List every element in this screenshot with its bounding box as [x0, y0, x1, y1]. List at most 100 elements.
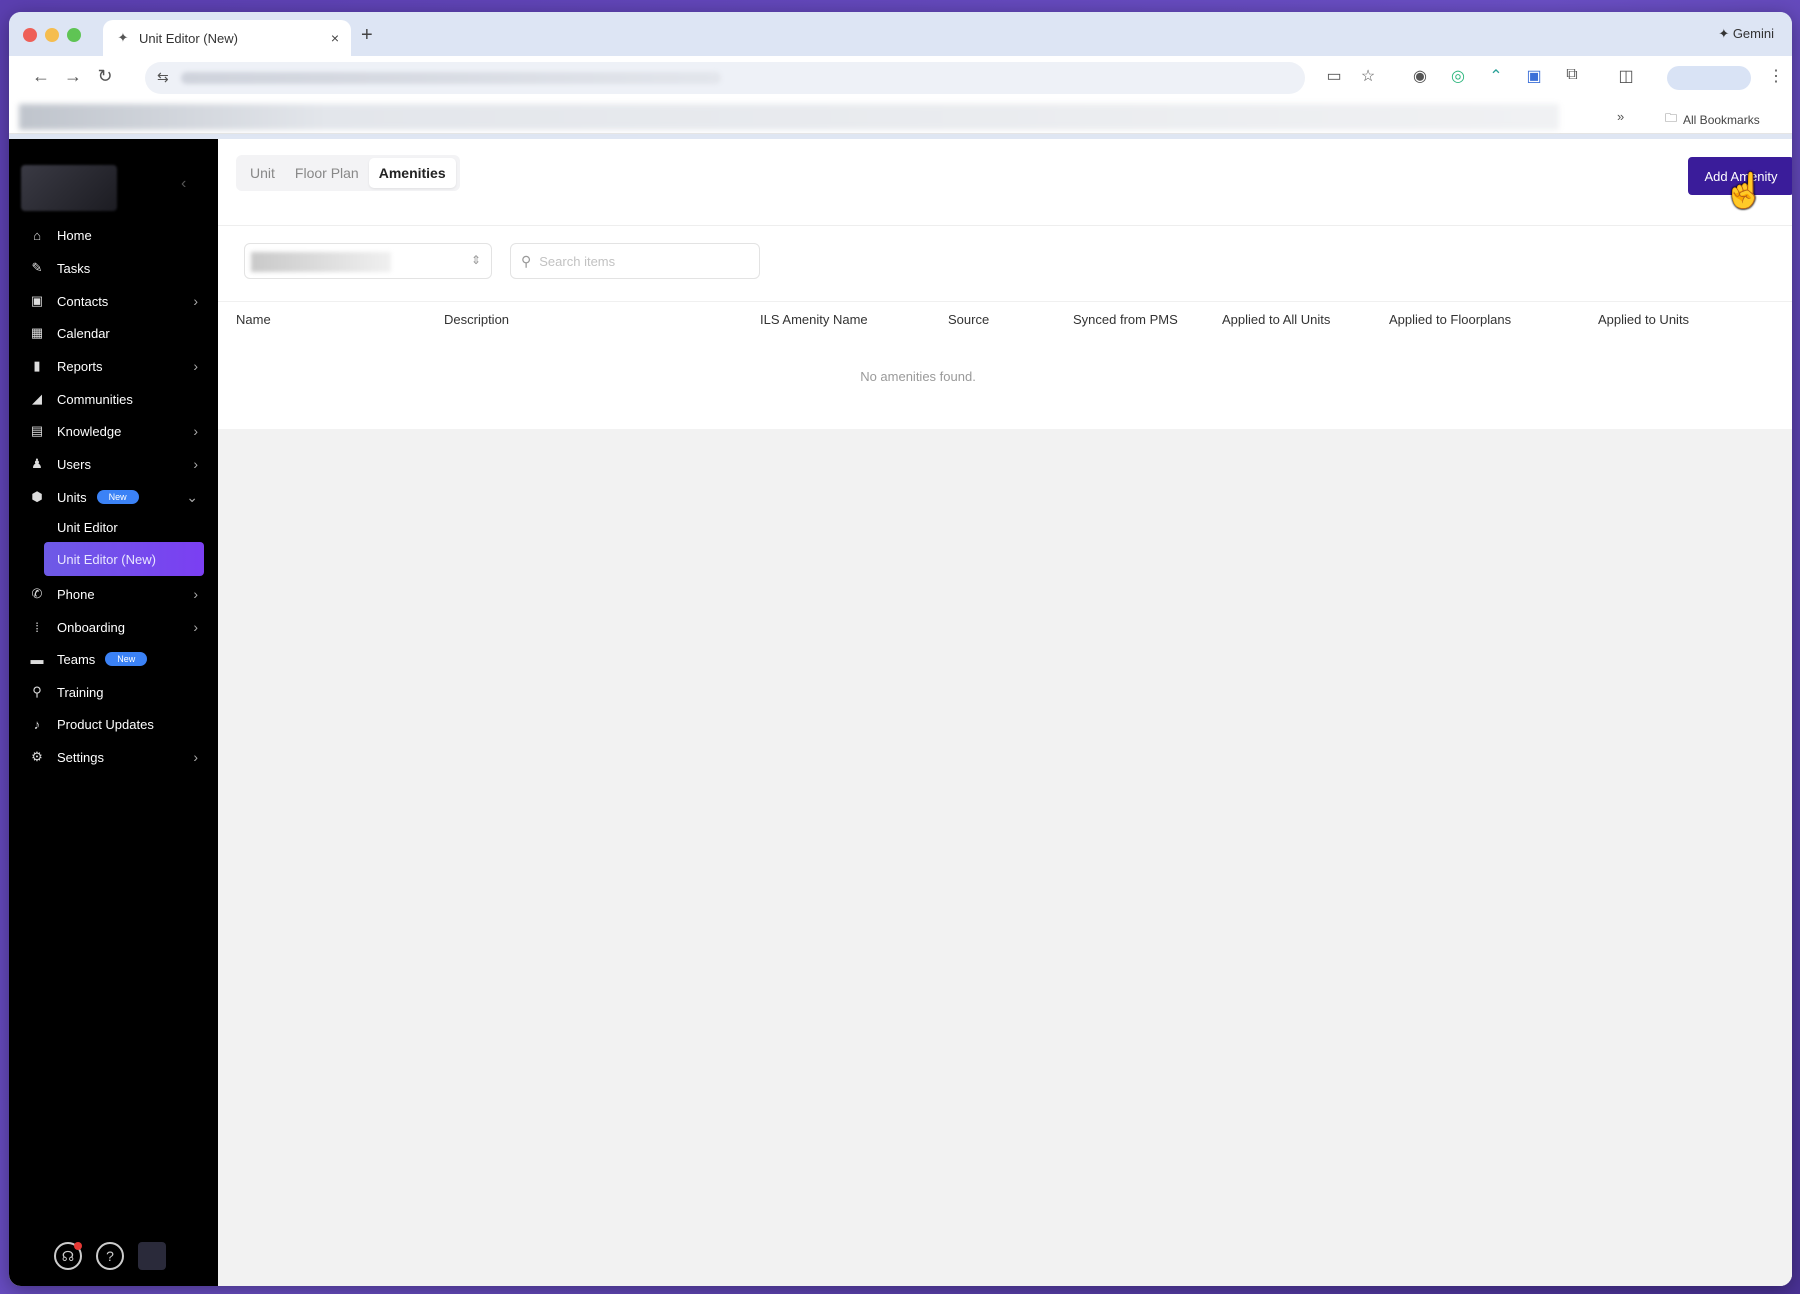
collapse-sidebar-icon[interactable]: ‹	[181, 175, 186, 193]
tab-close-icon[interactable]: ×	[331, 30, 339, 46]
column-header[interactable]: ILS Amenity Name	[760, 312, 868, 327]
sidebar-item-label: Reports	[57, 358, 103, 374]
site-settings-icon[interactable]: ⇆	[157, 69, 169, 86]
tab-favicon-icon: ✦	[117, 30, 129, 45]
column-header[interactable]: Name	[236, 312, 271, 327]
help-icon[interactable]: ?	[96, 1242, 124, 1270]
cast-icon[interactable]: ▭	[1323, 66, 1345, 86]
extensions-puzzle-icon[interactable]: ⧉	[1561, 66, 1583, 84]
column-header[interactable]: Description	[444, 312, 509, 327]
extension-icon[interactable]: ▣	[1523, 66, 1545, 86]
bookmark-star-icon[interactable]: ☆	[1357, 66, 1379, 86]
bell-icon: ♪	[33, 716, 41, 732]
sidebar-item-teams[interactable]: ▬ Teams New	[9, 643, 218, 675]
editor-tabs: Unit Floor Plan Amenities	[236, 155, 460, 191]
sidebar-item-calendar[interactable]: ▦ Calendar	[9, 317, 218, 349]
tab-amenities[interactable]: Amenities	[368, 158, 456, 188]
sidebar-item-tasks[interactable]: ✎ Tasks	[9, 252, 218, 284]
chevron-right-icon: ›	[193, 749, 198, 765]
search-input[interactable]	[539, 253, 730, 269]
sidebar-item-units[interactable]: ⬢ Units New ⌄	[9, 481, 218, 513]
amenities-panel: Unit Floor Plan Amenities Add Amenity ⇕ ⚲ …	[218, 139, 1792, 429]
profile-button[interactable]	[1667, 66, 1751, 90]
bookmarks-overflow-icon[interactable]: »	[1617, 109, 1624, 124]
table-header: Name Description ILS Amenity Name Source Syn…	[218, 301, 1792, 337]
column-header[interactable]: Applied to All Units	[1222, 312, 1330, 327]
sidebar-item-home[interactable]: ⌂ Home	[9, 219, 218, 251]
settings-icon: ⚙	[31, 749, 43, 764]
side-panel-icon[interactable]: ◫	[1615, 66, 1637, 86]
community-select[interactable]: ⇕	[244, 243, 492, 279]
search-box[interactable]: ⚲	[510, 243, 760, 279]
bookmarks-bar: » 🗀 All Bookmarks	[9, 100, 1792, 134]
sidebar-item-label: Units	[57, 489, 87, 505]
home-icon: ⌂	[33, 227, 41, 243]
tab-title: Unit Editor (New)	[139, 30, 238, 46]
browser-tab[interactable]: ✦ Unit Editor (New) ×	[103, 20, 351, 56]
selected-value-redacted	[251, 252, 391, 272]
search-icon: ⚲	[521, 252, 532, 269]
reload-icon[interactable]: ↻	[93, 66, 117, 87]
maximize-window-button[interactable]	[67, 28, 81, 42]
communities-icon: ◢	[32, 391, 42, 406]
main-content: Unit Floor Plan Amenities Add Amenity ⇕ ⚲ …	[218, 139, 1792, 1286]
chevron-right-icon: ›	[193, 456, 198, 472]
sidebar-item-communities[interactable]: ◢ Communities	[9, 383, 218, 415]
url-text-redacted	[181, 72, 721, 84]
sidebar-item-label: Contacts	[57, 293, 109, 309]
sidebar-footer: ☊ ?	[54, 1242, 166, 1270]
logo	[21, 165, 117, 211]
chevron-right-icon: ›	[193, 423, 198, 439]
address-bar[interactable]: ⇆	[145, 62, 1305, 94]
sidebar-item-phone[interactable]: ✆ Phone ›	[9, 578, 218, 610]
sidebar-item-label: Knowledge	[57, 423, 122, 439]
forward-icon[interactable]: →	[61, 66, 85, 87]
sidebar-item-training[interactable]: ⚲ Training	[9, 676, 218, 708]
column-header[interactable]: Synced from PMS	[1073, 312, 1178, 327]
column-header[interactable]: Source	[948, 312, 989, 327]
support-icon[interactable]: ☊	[54, 1242, 82, 1270]
calendar-icon: ▦	[30, 325, 44, 340]
tab-floor-plan[interactable]: Floor Plan	[285, 158, 369, 188]
pointer-cursor-icon: ☝	[1723, 172, 1766, 210]
sidebar-item-reports[interactable]: ▮ Reports ›	[9, 350, 218, 382]
sidebar-item-users[interactable]: ♟ Users ›	[9, 448, 218, 480]
avatar[interactable]	[138, 1242, 166, 1270]
app: ‹ ⌂ Home ✎ Tasks ▣ Contacts › ▦ Calendar ▮ Reports…	[9, 139, 1792, 1286]
sidebar-item-settings[interactable]: ⚙ Settings ›	[9, 741, 218, 773]
sidebar-item-label: Phone	[57, 586, 95, 602]
back-icon[interactable]: ←	[29, 66, 53, 87]
extension-icon[interactable]: ◎	[1447, 66, 1469, 86]
sidebar-subitem-unit-editor[interactable]: Unit Editor	[44, 510, 204, 544]
menu-kebab-icon[interactable]: ⋮	[1765, 66, 1787, 86]
contacts-icon: ▣	[30, 293, 44, 308]
sidebar-item-product-updates[interactable]: ♪ Product Updates	[9, 708, 218, 740]
chevron-right-icon: ›	[193, 293, 198, 309]
sidebar-subitem-unit-editor-new[interactable]: Unit Editor (New)	[44, 542, 204, 576]
tasks-icon: ✎	[31, 260, 43, 275]
close-window-button[interactable]	[23, 28, 37, 42]
tab-unit[interactable]: Unit	[240, 158, 285, 188]
extension-icon[interactable]: ◉	[1409, 66, 1431, 86]
sidebar-item-label: Onboarding	[57, 619, 125, 635]
onboarding-icon: ⁞	[35, 619, 39, 635]
teams-icon: ▬	[30, 651, 44, 667]
divider	[218, 225, 1792, 226]
minimize-window-button[interactable]	[45, 28, 59, 42]
sidebar-item-onboarding[interactable]: ⁞ Onboarding ›	[9, 611, 218, 643]
sidebar-item-contacts[interactable]: ▣ Contacts ›	[9, 285, 218, 317]
column-header[interactable]: Applied to Floorplans	[1389, 312, 1511, 327]
sidebar-item-label: Settings	[57, 749, 104, 765]
extension-icon[interactable]: ⌃	[1485, 66, 1507, 86]
folder-icon: 🗀	[1665, 111, 1678, 125]
sidebar-item-knowledge[interactable]: ▤ Knowledge ›	[9, 415, 218, 447]
sidebar-item-label: Users	[57, 456, 91, 472]
all-bookmarks-button[interactable]: 🗀 All Bookmarks	[1665, 109, 1760, 130]
chevron-right-icon: ›	[193, 619, 198, 635]
browser-toolbar: ← → ↻ ⇆ ▭ ☆ ◉ ◎ ⌃ ▣ ⧉ ◫ ⋮	[9, 56, 1792, 100]
sidebar-item-label: Communities	[57, 391, 133, 407]
reports-icon: ▮	[33, 358, 41, 373]
gemini-button[interactable]: ✦ Gemini	[1718, 26, 1774, 42]
new-tab-button[interactable]: +	[361, 24, 373, 47]
column-header[interactable]: Applied to Units	[1598, 312, 1689, 327]
